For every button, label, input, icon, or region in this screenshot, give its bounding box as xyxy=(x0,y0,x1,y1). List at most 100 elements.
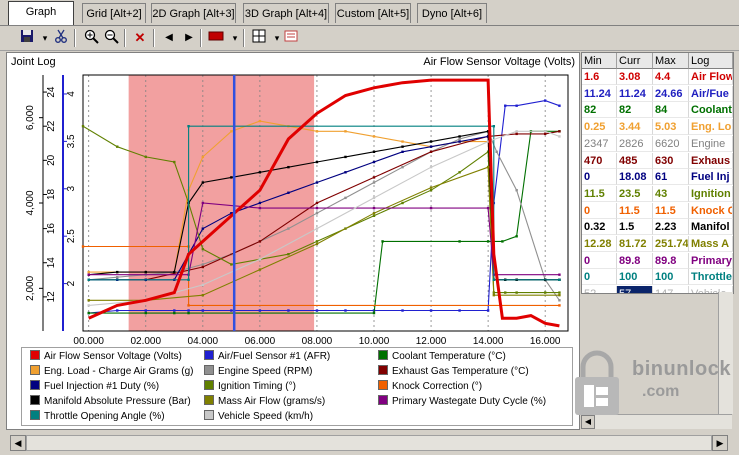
table-cell-min[interactable]: 11.24 xyxy=(582,85,617,102)
table-cell-log[interactable]: Exhaus xyxy=(689,152,733,169)
legend-swatch xyxy=(204,365,214,375)
column-header-max[interactable]: Max xyxy=(653,53,689,69)
zoom-in-icon[interactable] xyxy=(82,29,100,47)
table-cell-log[interactable]: Ignition xyxy=(689,185,733,202)
table-cell-min[interactable]: 52 xyxy=(582,286,617,293)
table-cell-min[interactable]: 12.28 xyxy=(582,236,617,252)
table-cell-log[interactable]: Manifol xyxy=(689,219,733,236)
table-cell-curr[interactable]: 82 xyxy=(617,102,653,119)
legend-item[interactable]: Ignition Timing (°) xyxy=(204,380,296,394)
legend-item[interactable]: Manifold Absolute Pressure (Bar) xyxy=(30,395,191,409)
table-cell-log[interactable]: Mass A xyxy=(689,236,733,252)
table-cell-curr[interactable]: 18.08 xyxy=(617,169,653,186)
table-cell-log[interactable]: Air Flow xyxy=(689,69,733,85)
next-icon[interactable]: ▶ xyxy=(180,29,198,47)
table-cell-max[interactable]: 89.8 xyxy=(653,252,689,269)
legend-item[interactable]: Vehicle Speed (km/h) xyxy=(204,410,313,424)
table-cell-log[interactable]: Primary xyxy=(689,252,733,269)
column-header-min[interactable]: Min xyxy=(582,53,617,69)
scroll-left-button[interactable]: ◀ xyxy=(10,435,26,451)
table-cell-curr[interactable]: 23.5 xyxy=(617,185,653,202)
y-inner-tick-label: 24 xyxy=(46,86,57,98)
legend-item[interactable]: Mass Air Flow (grams/s) xyxy=(204,395,325,409)
table-cell-max[interactable]: 630 xyxy=(653,152,689,169)
table-cell-min[interactable]: 1.6 xyxy=(582,69,617,85)
table-cell-max[interactable]: 11.5 xyxy=(653,202,689,219)
table-cell-log[interactable]: Fuel Inj xyxy=(689,169,733,186)
table-cell-max[interactable]: 61 xyxy=(653,169,689,186)
table-cell-min[interactable]: 0 xyxy=(582,252,617,269)
table-cell-min[interactable]: 82 xyxy=(582,102,617,119)
table-cell-min[interactable]: 0 xyxy=(582,169,617,186)
table-cell-max[interactable]: 43 xyxy=(653,185,689,202)
legend-item[interactable]: Eng. Load - Charge Air Grams (g) xyxy=(30,365,194,379)
cut-icon[interactable] xyxy=(52,29,70,47)
graph-horizontal-scrollbar[interactable] xyxy=(26,435,712,451)
legend-item[interactable]: Throttle Opening Angle (%) xyxy=(30,410,165,424)
legend-item[interactable]: Air Flow Sensor Voltage (Volts) xyxy=(30,350,182,364)
scroll-right-button[interactable]: ▶ xyxy=(712,435,728,451)
table-cell-log[interactable]: Coolant xyxy=(689,102,733,119)
series-point xyxy=(492,293,496,297)
color-icon[interactable] xyxy=(207,29,225,47)
table-cell-curr[interactable]: 1.5 xyxy=(617,219,653,236)
table-cell-log[interactable]: Knock C xyxy=(689,202,733,219)
table-cell-max[interactable]: 5.03 xyxy=(653,119,689,136)
series-point xyxy=(116,309,119,312)
column-header-log[interactable]: Log xyxy=(689,53,733,69)
table-cell-curr[interactable]: 89.8 xyxy=(617,252,653,269)
legend-item[interactable]: Coolant Temperature (°C) xyxy=(378,350,506,364)
tab-3d-graph[interactable]: 3D Graph [Alt+4] xyxy=(243,3,329,23)
table-cell-log[interactable]: Air/Fue xyxy=(689,85,733,102)
table-cell-curr[interactable]: 100 xyxy=(617,269,653,286)
table-cell-max[interactable]: 4.4 xyxy=(653,69,689,85)
layout-icon[interactable] xyxy=(250,29,268,47)
legend-item[interactable]: Air/Fuel Sensor #1 (AFR) xyxy=(204,350,330,364)
print-icon[interactable] xyxy=(282,29,300,47)
chart-svg[interactable]: 00.000 02.000 04.000 06.000 08.000 10.000 12.0… xyxy=(7,69,579,369)
save-icon[interactable] xyxy=(18,29,36,47)
table-cell-curr[interactable]: 57 xyxy=(617,286,653,293)
tab-graph[interactable]: Graph [Alt+1] xyxy=(8,1,74,38)
table-cell-curr[interactable]: 81.72 xyxy=(617,236,653,252)
table-cell-curr[interactable]: 3.08 xyxy=(617,69,653,85)
tab-dyno[interactable]: Dyno [Alt+6] xyxy=(417,3,487,23)
data-table[interactable]: Min Curr Max Log 1.6 3.08 4.4 Air Flow 11.24… xyxy=(581,52,734,294)
table-cell-min[interactable]: 2347 xyxy=(582,135,617,152)
table-cell-max[interactable]: 147 xyxy=(653,286,689,293)
table-cell-max[interactable]: 2.23 xyxy=(653,219,689,236)
table-cell-max[interactable]: 24.66 xyxy=(653,85,689,102)
table-cell-max[interactable]: 84 xyxy=(653,102,689,119)
table-cell-curr[interactable]: 2826 xyxy=(617,135,653,152)
color-dropdown-icon[interactable]: ▾ xyxy=(226,29,244,47)
legend-item[interactable]: Fuel Injection #1 Duty (%) xyxy=(30,380,159,394)
legend-item[interactable]: Primary Wastegate Duty Cycle (%) xyxy=(378,395,546,409)
table-cell-min[interactable]: 11.5 xyxy=(582,185,617,202)
table-cell-min[interactable]: 0.32 xyxy=(582,219,617,236)
legend-item[interactable]: Knock Correction (°) xyxy=(378,380,482,394)
column-header-curr[interactable]: Curr xyxy=(617,53,653,69)
table-cell-max[interactable]: 100 xyxy=(653,269,689,286)
zoom-out-icon[interactable] xyxy=(102,29,120,47)
table-cell-log[interactable]: Eng. Lo xyxy=(689,119,733,136)
tab-grid[interactable]: Grid [Alt+2] xyxy=(82,3,146,23)
prev-icon[interactable]: ◀ xyxy=(160,29,178,47)
legend-item[interactable]: Engine Speed (RPM) xyxy=(204,365,313,379)
table-cell-min[interactable]: 0 xyxy=(582,269,617,286)
table-cell-curr[interactable]: 11.5 xyxy=(617,202,653,219)
table-cell-max[interactable]: 6620 xyxy=(653,135,689,152)
table-cell-max[interactable]: 251.74 xyxy=(653,236,689,252)
table-cell-log[interactable]: Engine xyxy=(689,135,733,152)
table-cell-curr[interactable]: 11.24 xyxy=(617,85,653,102)
table-cell-min[interactable]: 0 xyxy=(582,202,617,219)
series-point xyxy=(429,140,433,143)
legend-item[interactable]: Exhaust Gas Temperature (°C) xyxy=(378,365,529,379)
table-cell-min[interactable]: 0.25 xyxy=(582,119,617,136)
tab-custom[interactable]: Custom [Alt+5] xyxy=(335,3,411,23)
table-cell-curr[interactable]: 3.44 xyxy=(617,119,653,136)
table-cell-curr[interactable]: 485 xyxy=(617,152,653,169)
delete-icon[interactable]: ✕ xyxy=(131,29,149,47)
table-cell-log[interactable]: Throttle xyxy=(689,269,733,286)
tab-2d-graph[interactable]: 2D Graph [Alt+3] xyxy=(151,3,236,23)
table-cell-min[interactable]: 470 xyxy=(582,152,617,169)
